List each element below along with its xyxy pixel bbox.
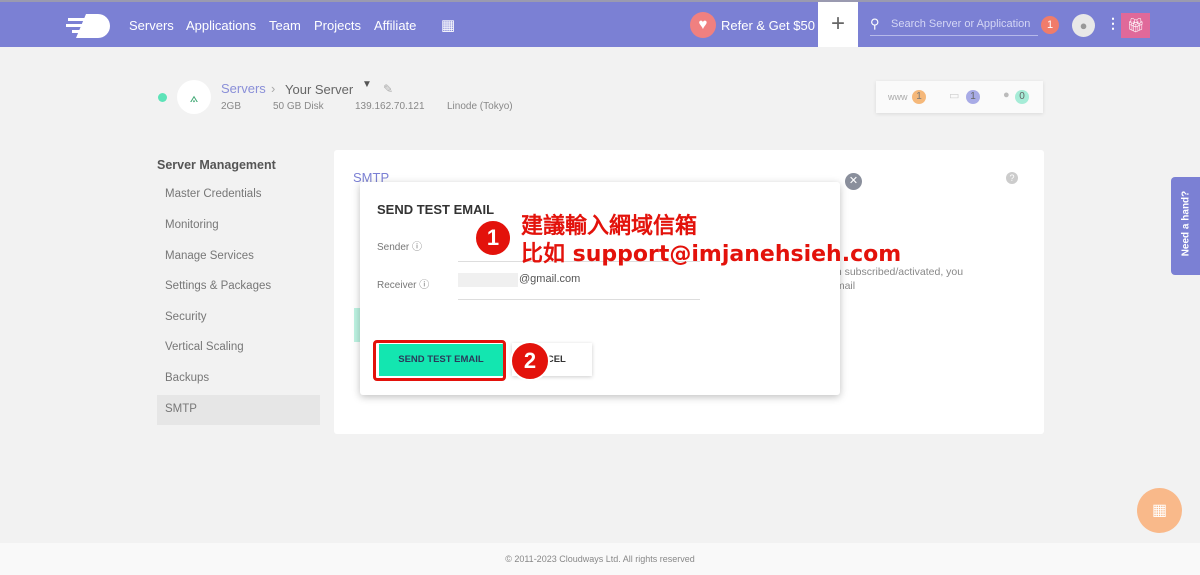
search-icon: ⚲ [870, 16, 880, 31]
copyright: © 2011-2023 Cloudways Ltd. All rights re… [505, 554, 695, 564]
server-disk: 50 GB Disk [273, 101, 324, 112]
close-icon[interactable]: ✕ [845, 173, 862, 190]
folder-icon: ▭ [949, 90, 960, 102]
search-input[interactable]: ⚲ Search Server or Application [870, 14, 1038, 36]
sidebar-item-backups[interactable]: Backups [165, 372, 209, 384]
send-test-email-button[interactable]: SEND TEST EMAIL [379, 344, 503, 376]
breadcrumb-servers[interactable]: Servers [221, 81, 266, 96]
sidebar-item-master-credentials[interactable]: Master Credentials [165, 188, 262, 200]
sidebar-item-security[interactable]: Security [165, 311, 207, 323]
step-1-marker: 1 [474, 219, 512, 257]
more-icon[interactable]: ⋮ [1106, 15, 1120, 32]
sidebar-item-smtp[interactable]: SMTP [157, 395, 320, 425]
cloudways-logo[interactable] [66, 12, 114, 38]
www-count[interactable]: 1 [912, 90, 926, 104]
modal-title: SEND TEST EMAIL [377, 202, 495, 217]
sender-label: Sender ⓘ [377, 242, 423, 253]
avatar[interactable]: ● [1072, 14, 1095, 37]
help-icon[interactable]: ? [1006, 172, 1018, 184]
sidebar-title: Server Management [157, 158, 276, 172]
server-name[interactable]: Your Server [285, 82, 353, 97]
refer-link[interactable]: Refer & Get $50 [721, 18, 815, 33]
nav-team[interactable]: Team [269, 18, 301, 33]
server-stats: www 1 ▭ 1 ● 0 [876, 81, 1043, 113]
user-icon: ● [1003, 89, 1010, 101]
add-button[interactable]: + [818, 2, 858, 47]
annotation-text: 比如 support@imjanehsieh.com [521, 242, 902, 267]
server-ip: 139.162.70.121 [355, 101, 425, 112]
receiver-input[interactable]: @gmail.com [458, 270, 700, 300]
sidebar-item-vertical-scaling[interactable]: Vertical Scaling [165, 341, 244, 353]
nav-projects[interactable]: Projects [314, 18, 361, 33]
status-dot [158, 93, 167, 102]
edit-icon[interactable]: ✎ [383, 82, 393, 96]
info-icon: ⓘ [419, 280, 430, 291]
server-ram: 2GB [221, 101, 242, 112]
caret-down-icon[interactable]: ▼ [362, 79, 372, 90]
files-count[interactable]: 1 [966, 90, 980, 104]
users-count[interactable]: 0 [1015, 90, 1029, 104]
sidebar-item-settings-packages[interactable]: Settings & Packages [165, 280, 271, 292]
apps-fab-icon[interactable]: ▦ [1137, 488, 1182, 533]
linode-icon: ⟑ [177, 80, 211, 114]
nav-applications[interactable]: Applications [186, 18, 256, 33]
notification-badge[interactable]: 1 [1041, 16, 1059, 34]
step-2-marker: 2 [510, 341, 550, 381]
redacted-block [458, 273, 518, 287]
breadcrumb-separator: › [271, 81, 276, 96]
sidebar-item-manage-services[interactable]: Manage Services [165, 250, 254, 262]
gift-icon[interactable]: 🎁︎ [1121, 13, 1150, 38]
nav-affiliate[interactable]: Affiliate [374, 18, 416, 33]
server-provider: Linode (Tokyo) [447, 101, 513, 112]
www-label: www [888, 92, 908, 102]
nav-servers[interactable]: Servers [129, 18, 174, 33]
top-nav: Servers Applications Team Projects Affil… [0, 0, 1200, 47]
footer: © 2011-2023 Cloudways Ltd. All rights re… [0, 543, 1200, 575]
apps-grid-icon[interactable]: ▦ [441, 16, 455, 34]
need-a-hand-tab[interactable]: Need a hand? [1171, 177, 1200, 275]
sidebar-item-monitoring[interactable]: Monitoring [165, 219, 219, 231]
receiver-label: Receiver ⓘ [377, 280, 430, 291]
info-icon: ⓘ [412, 242, 423, 253]
heart-icon[interactable]: ♥ [690, 12, 716, 38]
